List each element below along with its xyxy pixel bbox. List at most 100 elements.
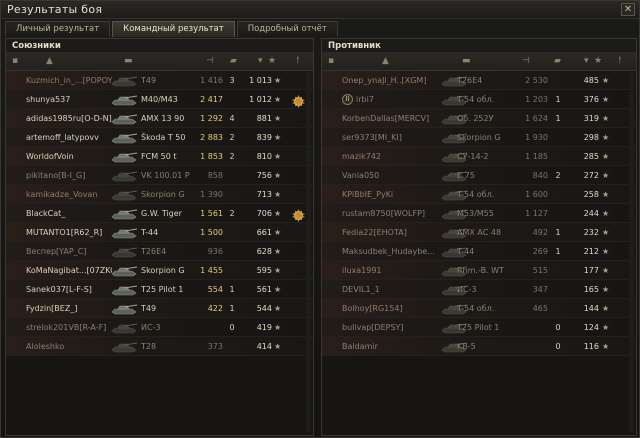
star-icon: ★ — [602, 285, 610, 294]
medal-icon[interactable] — [291, 207, 306, 223]
xp-value: 1 013 — [249, 76, 272, 85]
player-name[interactable]: ser9373[MI_KI] — [342, 128, 452, 147]
star-icon: ★ — [274, 285, 282, 294]
player-name[interactable]: bulivap[DEPSY] — [342, 318, 452, 337]
squad-column-icon[interactable]: ▪ — [328, 56, 334, 66]
damage-value: 1 853 — [200, 152, 223, 161]
medal-column-icon[interactable]: ! — [296, 56, 300, 66]
title-bar: Результаты боя ✕ — [1, 1, 639, 19]
player-name[interactable]: shunya537 — [26, 90, 112, 109]
player-name[interactable]: Aloleshko — [26, 337, 112, 356]
table-row[interactable]: Fedia22[EHOTA] AMX AC 48 492 1 232 ★ — [322, 223, 636, 242]
table-row[interactable]: shunya537 M40/M43 2 417 1 012 ★ — [6, 90, 313, 109]
tank-icon — [110, 149, 138, 164]
player-name[interactable]: Onep_ynaJl_H..[XGM] — [342, 71, 452, 90]
tab-bar: Личный результат Командный результат Под… — [5, 21, 340, 37]
player-name[interactable]: Fedia22[EHOTA] — [342, 223, 452, 242]
xp-value: 376 — [583, 95, 599, 104]
table-row[interactable]: kamikadze_Vovan Skorpion G 1 390 713 ★ — [6, 185, 313, 204]
star-icon: ★ — [274, 304, 282, 313]
player-name[interactable]: Baldamir — [342, 337, 452, 356]
player-name[interactable]: Bolhoy[RG154] — [342, 299, 452, 318]
kills-column-icon[interactable]: ▰ — [554, 56, 561, 66]
enemies-scrollbar[interactable] — [629, 72, 634, 432]
table-row[interactable]: Maksudbek_Hudaybe... T-44 269 1 212 ★ — [322, 242, 636, 261]
table-row[interactable]: II irbi7 T-54 обл. 1 203 1 376 ★ — [322, 90, 636, 109]
table-row[interactable]: Vania050 E 75 840 2 272 ★ — [322, 166, 636, 185]
player-name[interactable]: mazik742 — [342, 147, 452, 166]
vehicle-name: СУ-14-2 — [457, 152, 489, 161]
player-name[interactable]: adidas1985ru[O-D-N] — [26, 109, 112, 128]
vehicle-name: T26E4 — [457, 76, 483, 85]
medal-icon[interactable] — [291, 93, 306, 109]
player-name[interactable]: Vania050 — [342, 166, 452, 185]
player-name[interactable]: iluxa1991 — [342, 261, 452, 280]
player-name[interactable]: artemoff_latypovv — [26, 128, 112, 147]
damage-column-icon[interactable]: ⊣ — [522, 56, 530, 66]
tank-icon — [110, 206, 138, 221]
table-row[interactable]: adidas1985ru[O-D-N] AMX 13 90 1 292 4 881 ★ — [6, 109, 313, 128]
sort-indicator-icon: ▾ — [258, 56, 263, 66]
damage-value: 2 417 — [200, 95, 223, 104]
player-name[interactable]: WorldofVoin — [26, 147, 112, 166]
table-row[interactable]: Sanek037[L-F-S] T25 Pilot 1 554 1 561 ★ — [6, 280, 313, 299]
table-row[interactable]: BlackCat_ G.W. Tiger 1 561 2 706 ★ — [6, 204, 313, 223]
table-row[interactable]: Baldamir KB-5 0 116 ★ — [322, 337, 636, 356]
table-row[interactable]: WorldofVoin FCM 50 t 1 853 2 810 ★ — [6, 147, 313, 166]
tab-detailed-report[interactable]: Подробный отчёт — [236, 21, 338, 37]
kills-column-icon[interactable]: ▰ — [230, 56, 237, 66]
table-row[interactable]: pikitano[B-I_G] VK 100.01 P 858 756 ★ — [6, 166, 313, 185]
player-name[interactable]: kamikadze_Vovan — [26, 185, 112, 204]
player-name[interactable]: MUTANTO1[R62_R] — [26, 223, 112, 242]
player-name[interactable]: pikitano[B-I_G] — [26, 166, 112, 185]
tab-personal-result[interactable]: Личный результат — [5, 21, 111, 37]
kills-value — [552, 147, 564, 166]
player-name[interactable]: DEVIL1_1 — [342, 280, 452, 299]
damage-value: 936 — [207, 247, 223, 256]
vehicle-column-icon[interactable]: ▬ — [462, 56, 471, 66]
table-row[interactable]: iluxa1991 Rhm.-B. WT 515 177 ★ — [322, 261, 636, 280]
allies-scrollbar[interactable] — [306, 72, 311, 432]
medal-column-icon[interactable]: ! — [618, 56, 622, 66]
damage-column-icon[interactable]: ⊣ — [206, 56, 214, 66]
player-column-icon[interactable]: ▲ — [382, 56, 389, 66]
player-name[interactable]: KoMaNagibat...[07ZKO] — [26, 261, 112, 280]
table-row[interactable]: ser9373[MI_KI] Skorpion G 1 930 298 ★ — [322, 128, 636, 147]
close-button[interactable]: ✕ — [621, 3, 635, 16]
xp-column-icon[interactable]: ★ — [268, 56, 276, 66]
player-name[interactable]: Fydzin[BEZ_] — [26, 299, 112, 318]
table-row[interactable]: Fydzin[BEZ_] T49 422 1 544 ★ — [6, 299, 313, 318]
table-row[interactable]: MUTANTO1[R62_R] T-44 1 500 661 ★ — [6, 223, 313, 242]
table-row[interactable]: Aloleshko T28 373 414 ★ — [6, 337, 313, 356]
player-name[interactable]: Веспер[YAP_C] — [26, 242, 112, 261]
vehicle-column-icon[interactable]: ▬ — [124, 56, 133, 66]
tab-team-result[interactable]: Командный результат — [112, 21, 235, 37]
player-name[interactable]: Kuzmich_in_...[POPOY] — [26, 71, 112, 90]
table-row[interactable]: KorbenDallas[MERCV] Об. 252У 1 624 1 319 ★ — [322, 109, 636, 128]
table-row[interactable]: artemoff_latypovv Škoda T 50 2 883 2 839 ★ — [6, 128, 313, 147]
table-row[interactable]: KPiBbIE_PyKi T-54 обл. 1 600 258 ★ — [322, 185, 636, 204]
table-row[interactable]: Kuzmich_in_...[POPOY] T49 1 416 3 1 013 ★ — [6, 71, 313, 90]
player-name[interactable]: strelok201VB[R-A-F] — [26, 318, 112, 337]
table-row[interactable]: bulivap[DEPSY] T25 Pilot 1 0 124 ★ — [322, 318, 636, 337]
vehicle-name: VK 100.01 P — [141, 171, 190, 180]
table-row[interactable]: Веспер[YAP_C] T26E4 936 628 ★ — [6, 242, 313, 261]
squad-column-icon[interactable]: ▪ — [12, 56, 18, 66]
table-row[interactable]: Bolhoy[RG154] T-54 обл. 465 144 ★ — [322, 299, 636, 318]
player-name[interactable]: Maksudbek_Hudaybe... — [342, 242, 452, 261]
player-name[interactable]: Sanek037[L-F-S] — [26, 280, 112, 299]
xp-column-icon[interactable]: ★ — [594, 56, 602, 66]
kills-value: 2 — [555, 171, 561, 180]
table-row[interactable]: strelok201VB[R-A-F] ИС-3 0 419 ★ — [6, 318, 313, 337]
table-row[interactable]: KoMaNagibat...[07ZKO] Skorpion G 1 455 595 ★ — [6, 261, 313, 280]
table-row[interactable]: DEVIL1_1 ИС-3 347 165 ★ — [322, 280, 636, 299]
player-name[interactable]: KPiBbIE_PyKi — [342, 185, 452, 204]
player-column-icon[interactable]: ▲ — [46, 56, 53, 66]
table-row[interactable]: mazik742 СУ-14-2 1 185 285 ★ — [322, 147, 636, 166]
star-icon: ★ — [274, 95, 282, 104]
player-name[interactable]: KorbenDallas[MERCV] — [342, 109, 452, 128]
table-row[interactable]: Onep_ynaJl_H..[XGM] T26E4 2 530 485 ★ — [322, 71, 636, 90]
player-name[interactable]: rustam8750[WOLFP] — [342, 204, 452, 223]
player-name[interactable]: BlackCat_ — [26, 204, 112, 223]
table-row[interactable]: rustam8750[WOLFP] M53/M55 1 127 244 ★ — [322, 204, 636, 223]
